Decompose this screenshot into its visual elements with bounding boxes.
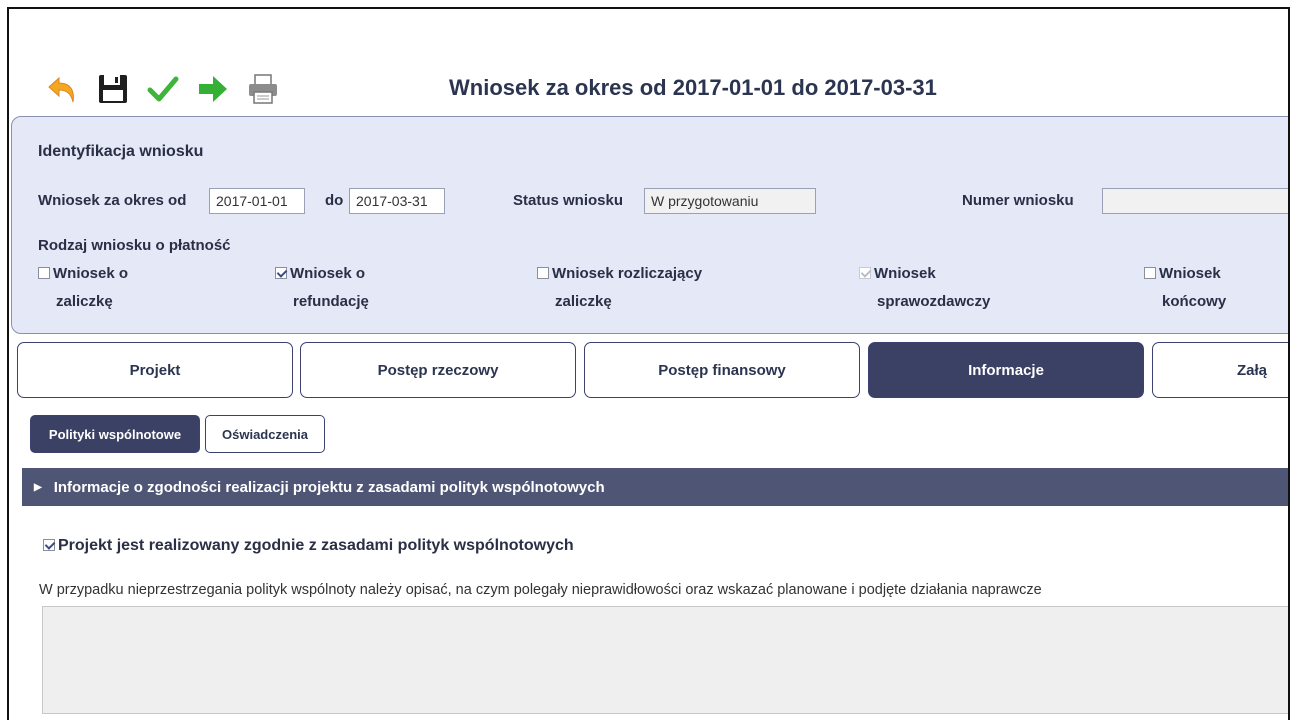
kind-settlement-checkbox[interactable]: Wniosek rozliczający zaliczkę	[537, 260, 702, 316]
kind-report-label-2: sprawozdawczy	[877, 293, 991, 310]
compliance-checkbox[interactable]: Projekt jest realizowany zgodnie z zasad…	[43, 537, 574, 555]
kind-refund-checkbox[interactable]: Wniosek o refundację	[275, 260, 369, 316]
kind-final-checkbox[interactable]: Wniosek końcowy	[1144, 260, 1226, 316]
period-to-label: do	[325, 192, 344, 209]
number-field	[1102, 188, 1288, 214]
toolbar	[43, 67, 283, 111]
checkbox-box[interactable]	[275, 267, 287, 279]
kind-refund-label-1: Wniosek o	[290, 265, 366, 282]
kind-report-label-1: Wniosek	[874, 265, 936, 282]
irregularities-description-label: W przypadku nieprzestrzegania polityk ws…	[39, 582, 1042, 598]
kind-settlement-label-1: Wniosek rozliczający	[552, 265, 703, 282]
checkbox-box	[859, 267, 871, 279]
kind-advance-label-1: Wniosek o	[53, 265, 129, 282]
status-field: W przygotowaniu	[644, 188, 816, 214]
irregularities-textarea[interactable]	[42, 606, 1288, 714]
checkbox-box[interactable]	[43, 539, 55, 551]
tab-projekt[interactable]: Projekt	[17, 342, 293, 398]
forward-arrow-icon	[199, 76, 227, 102]
kind-report-checkbox: Wniosek sprawozdawczy	[859, 260, 990, 316]
kind-advance-label-2: zaliczkę	[56, 293, 113, 310]
tab-informacje[interactable]: Informacje	[868, 342, 1144, 398]
save-button[interactable]	[93, 69, 133, 109]
undo-arrow-icon	[48, 76, 74, 103]
identification-heading: Identyfikacja wniosku	[38, 143, 204, 160]
compliance-label: Projekt jest realizowany zgodnie z zasad…	[58, 537, 574, 554]
checkbox-box[interactable]	[537, 267, 549, 279]
kind-settlement-label-2: zaliczkę	[555, 293, 612, 310]
section-title: Informacje o zgodności realizacji projek…	[53, 478, 605, 496]
validate-check-icon	[147, 76, 179, 102]
application-window: Wniosek za okres od 2017-01-01 do 2017-0…	[7, 7, 1290, 720]
forward-button[interactable]	[193, 69, 233, 109]
print-icon	[249, 74, 277, 104]
kind-final-label-1: Wniosek	[1159, 265, 1221, 282]
tab-zalaczniki[interactable]: Załą	[1152, 342, 1288, 398]
subtab-oswiadczenia[interactable]: Oświadczenia	[205, 415, 325, 453]
payment-kind-label: Rodzaj wniosku o płatność	[38, 237, 231, 254]
period-from-label: Wniosek za okres od	[38, 192, 187, 209]
print-button[interactable]	[243, 69, 283, 109]
tab-postep-rzeczowy[interactable]: Postęp rzeczowy	[300, 342, 576, 398]
period-from-field[interactable]: 2017-01-01	[209, 188, 305, 214]
tab-postep-finansowy[interactable]: Postęp finansowy	[584, 342, 860, 398]
number-label: Numer wniosku	[962, 192, 1074, 209]
undo-button[interactable]	[43, 69, 83, 109]
save-floppy-icon	[99, 75, 127, 103]
validate-button[interactable]	[143, 69, 183, 109]
kind-refund-label-2: refundację	[293, 293, 369, 310]
page-title: Wniosek za okres od 2017-01-01 do 2017-0…	[449, 75, 937, 100]
period-to-field[interactable]: 2017-03-31	[349, 188, 445, 214]
kind-advance-checkbox[interactable]: Wniosek o zaliczkę	[38, 260, 128, 316]
section-header[interactable]: ▶ Informacje o zgodności realizacji proj…	[22, 468, 1288, 506]
caret-right-icon: ▶	[34, 481, 42, 493]
status-label: Status wniosku	[513, 192, 624, 209]
checkbox-box[interactable]	[38, 267, 50, 279]
identification-panel: Identyfikacja wniosku Wniosek za okres o…	[11, 116, 1288, 334]
checkbox-box[interactable]	[1144, 267, 1156, 279]
subtab-polityki-wspolnotowe[interactable]: Polityki wspólnotowe	[30, 415, 200, 453]
kind-final-label-2: końcowy	[1162, 293, 1227, 310]
